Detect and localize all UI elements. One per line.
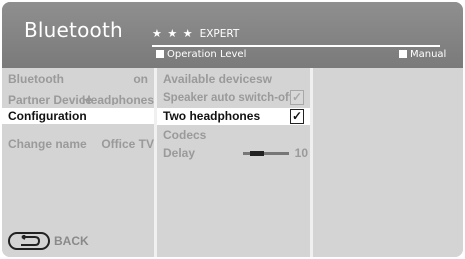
- manual-label: Manual: [410, 49, 447, 60]
- menu-item-value: Headphones: [81, 93, 154, 105]
- level-divider: [152, 45, 440, 47]
- menu-item-speaker-auto-switch-off[interactable]: Speaker auto switch-off ✓: [163, 89, 310, 107]
- return-arrow-icon: [8, 232, 50, 250]
- menu-item-label: Change name: [8, 137, 87, 151]
- header-bar: Bluetooth ★ ★ ★ EXPERT Operation Level Ma…: [2, 2, 463, 68]
- menu-item-label: Partner Device: [8, 93, 93, 105]
- menu-item-change-name[interactable]: Change name Office TV: [8, 136, 154, 152]
- checkbox-two-headphones[interactable]: ✓: [290, 109, 304, 124]
- menu-item-label: Two headphones: [163, 109, 261, 123]
- stars-icon: ★ ★ ★: [152, 27, 194, 40]
- menu-item-label: Delay: [163, 146, 196, 160]
- right-detail-column: [313, 68, 463, 257]
- back-label: BACK: [54, 234, 89, 248]
- menu-item-label: Codecs: [163, 128, 207, 142]
- menu-item-two-headphones[interactable]: Two headphones ✓: [157, 108, 310, 125]
- delay-slider-knob[interactable]: [250, 151, 264, 156]
- menu-item-partner-device[interactable]: Partner Device Headphones: [8, 93, 154, 105]
- back-button[interactable]: BACK: [8, 232, 89, 250]
- operation-level-label: Operation Level: [167, 49, 247, 60]
- menu-item-delay[interactable]: Delay 10: [163, 145, 310, 161]
- page-title: Bluetooth: [24, 18, 123, 42]
- menu-item-label: Bluetooth: [8, 72, 64, 86]
- menu-item-configuration[interactable]: Configuration: [2, 108, 154, 124]
- menu-item-label: Configuration: [8, 109, 87, 123]
- bluetooth-settings-screen: Bluetooth ★ ★ ★ EXPERT Operation Level Ma…: [2, 2, 463, 257]
- menu-item-codecs[interactable]: Codecs: [163, 127, 310, 143]
- delay-value: 10: [294, 146, 308, 160]
- menu-item-label: Available devicesw: [163, 72, 272, 86]
- checkbox-speaker-auto-switch-off[interactable]: ✓: [290, 90, 304, 105]
- manual-legend: Manual: [399, 49, 446, 60]
- white-square-icon: [399, 50, 407, 58]
- menu-item-value: Office TV: [101, 137, 154, 151]
- left-menu-column: Bluetooth on Partner Device Headphones C…: [2, 68, 154, 257]
- menu-item-bluetooth[interactable]: Bluetooth on: [8, 71, 154, 87]
- menu-item-available-devices[interactable]: Available devicesw: [163, 71, 310, 87]
- middle-menu-column: Available devicesw Speaker auto switch-o…: [157, 68, 310, 257]
- menu-item-value: on: [133, 72, 148, 86]
- level-name: EXPERT: [199, 28, 240, 40]
- delay-slider[interactable]: [243, 151, 289, 156]
- operation-level-indicator: ★ ★ ★ EXPERT: [152, 27, 239, 40]
- menu-item-label: Speaker auto switch-off: [163, 92, 293, 104]
- white-square-icon: [156, 50, 164, 58]
- operation-level-legend: Operation Level: [156, 49, 246, 60]
